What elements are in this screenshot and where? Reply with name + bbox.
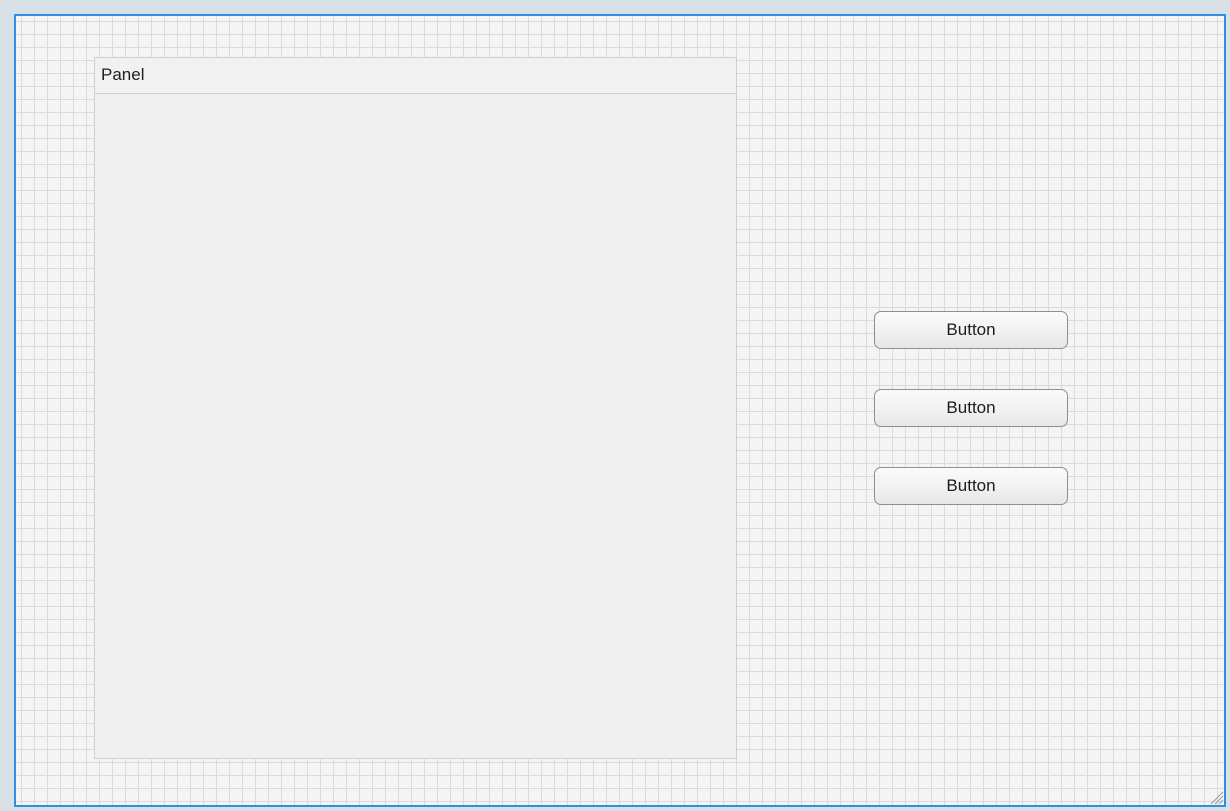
resize-grip-icon[interactable] bbox=[1208, 789, 1224, 805]
panel[interactable]: Panel bbox=[94, 57, 737, 759]
panel-title: Panel bbox=[95, 58, 736, 94]
window-frame: Panel Button Button Button bbox=[0, 0, 1230, 811]
button-3[interactable]: Button bbox=[874, 467, 1068, 505]
button-2[interactable]: Button bbox=[874, 389, 1068, 427]
button-1[interactable]: Button bbox=[874, 311, 1068, 349]
design-canvas[interactable]: Panel Button Button Button bbox=[14, 14, 1226, 807]
